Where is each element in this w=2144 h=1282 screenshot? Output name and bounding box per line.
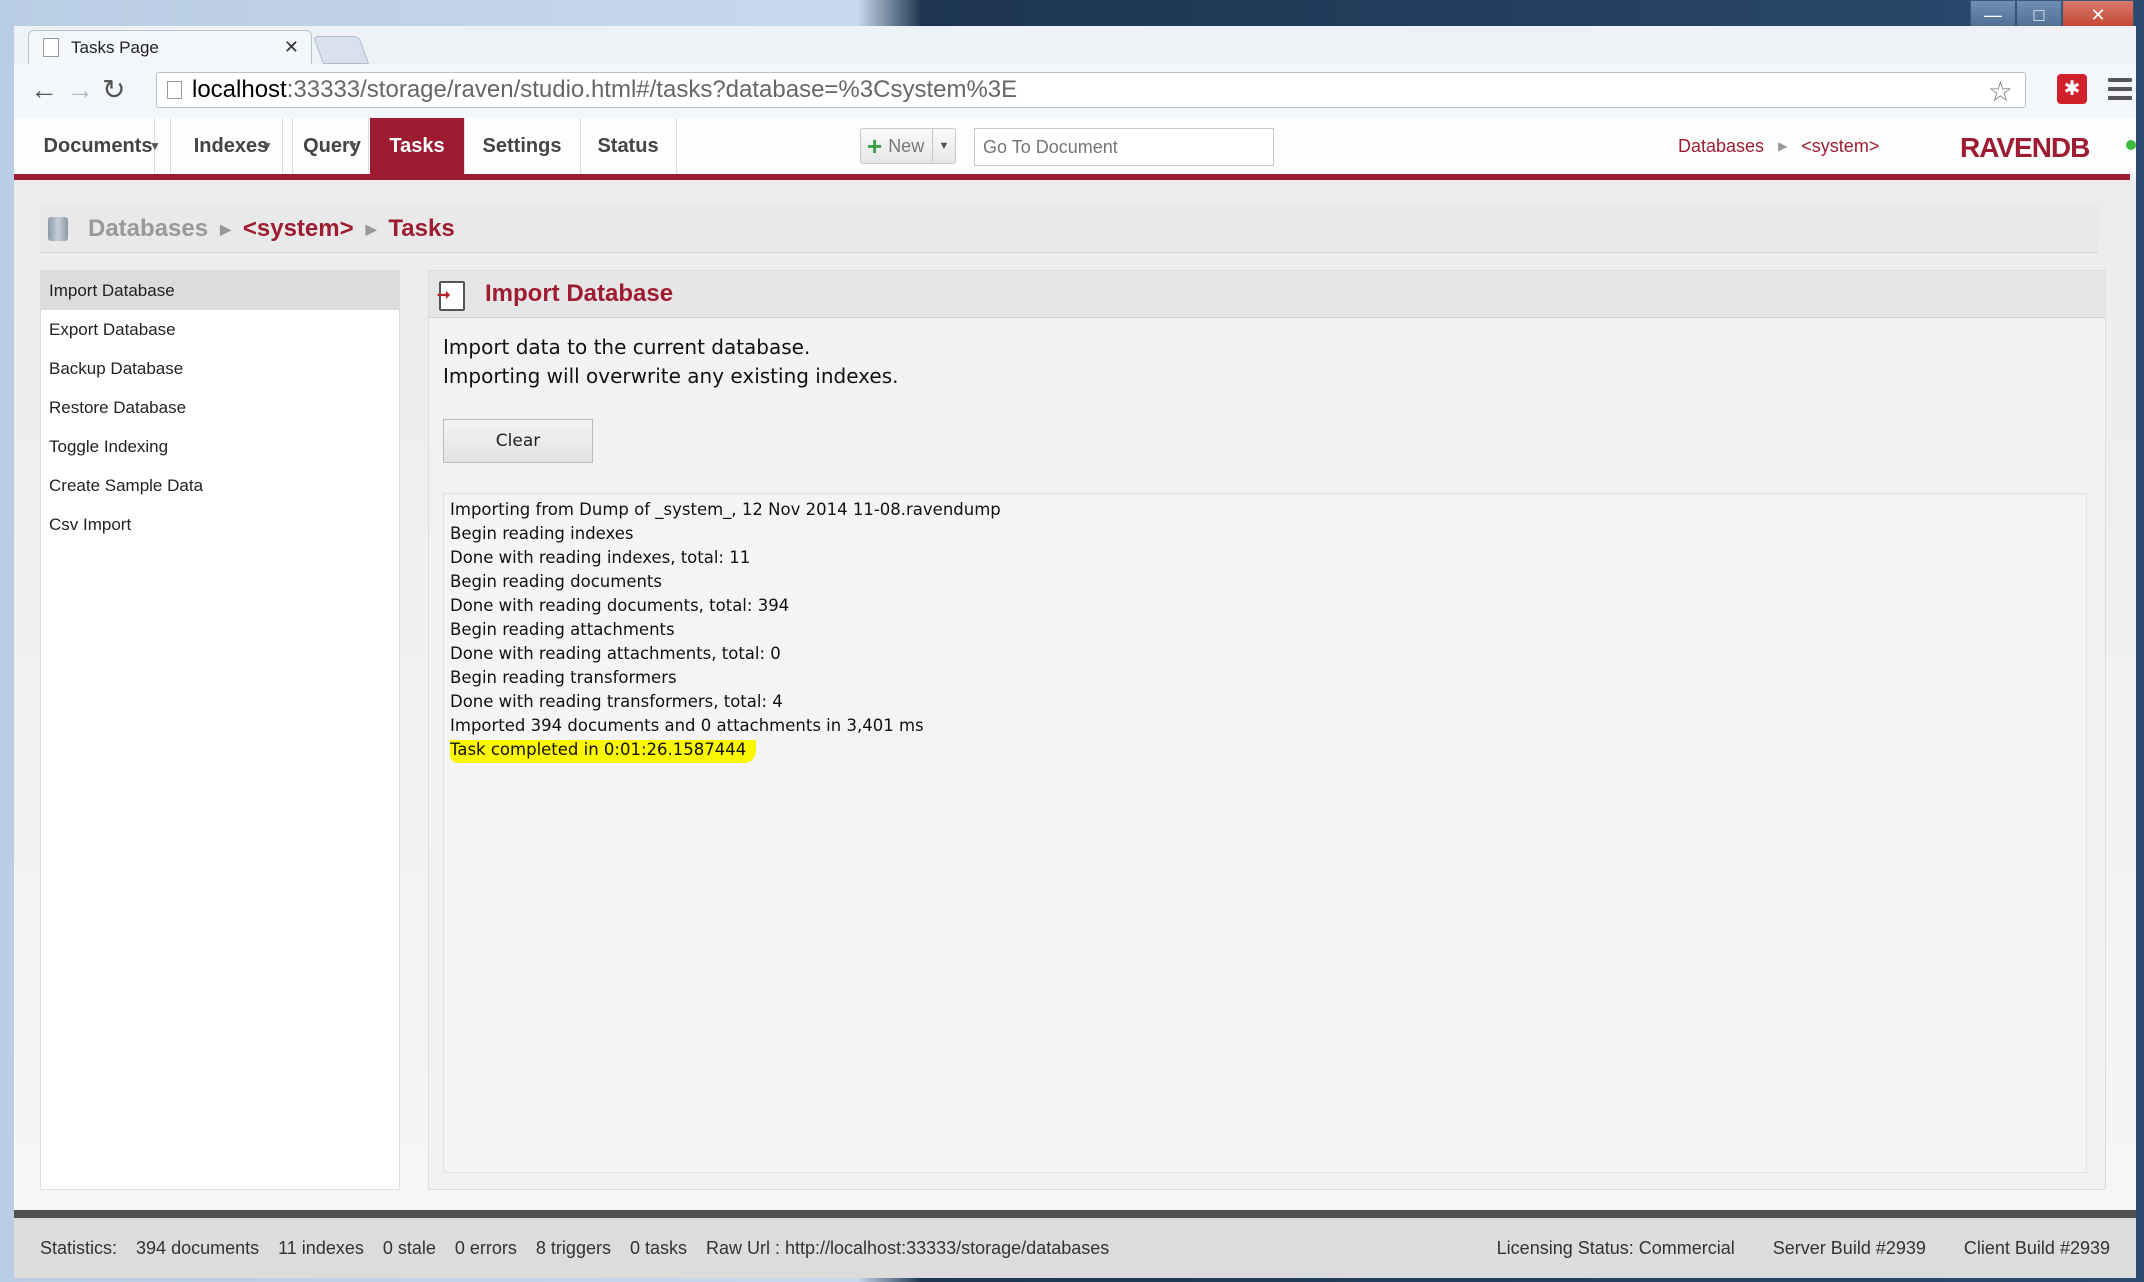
licensing-status[interactable]: Licensing Status: Commercial [1497,1238,1735,1259]
sidebar-item-restore-database[interactable]: Restore Database [41,388,399,427]
chevron-down-icon[interactable]: ▼ [140,118,171,174]
statistics-label: Statistics: [40,1238,118,1258]
top-crumb-system[interactable]: <system> [1801,136,1879,157]
reload-icon[interactable]: ↻ [102,76,125,104]
tab-strip: Tasks Page ✕ [28,26,928,64]
chevron-right-icon: ▶ [365,220,377,237]
log-line: Done with reading attachments, total: 0 [450,644,781,663]
page-body: Databases ▶ <system> ▶ Tasks Import Data… [14,180,2136,1210]
sidebar-item-import-database[interactable]: Import Database [41,271,399,310]
nav-tasks[interactable]: Tasks [370,118,465,174]
log-line: Done with reading transformers, total: 4 [450,692,783,711]
ravendb-logo: RAVENDB [1960,132,2090,163]
close-tab-icon[interactable]: ✕ [284,37,299,58]
url-text: localhost:33333/storage/raven/studio.htm… [192,76,1018,103]
import-clipboard-icon: ➞ [437,279,467,311]
import-log: Importing from Dump of _system_, 12 Nov … [443,493,2087,1173]
address-bar[interactable]: localhost:33333/storage/raven/studio.htm… [156,72,2026,108]
raw-url[interactable]: Raw Url : http://localhost:33333/storage… [706,1238,1109,1259]
breadcrumb-system[interactable]: <system> [243,215,354,243]
status-bar: Statistics: 394 documents 11 indexes 0 s… [14,1210,2136,1278]
log-line: Begin reading transformers [450,668,677,687]
nav-documents[interactable]: Documents [42,118,155,174]
nav-status[interactable]: Status [580,118,677,174]
top-breadcrumb: Databases ▶ <system> [1678,118,1879,174]
browser-tab[interactable]: Tasks Page ✕ [28,30,312,64]
log-line: Begin reading attachments [450,620,675,639]
extension-icon[interactable]: ✱ [2057,74,2087,104]
nav-settings[interactable]: Settings [464,118,581,174]
database-icon [48,217,68,241]
chevron-right-icon: ▶ [1778,139,1788,153]
chevron-down-icon[interactable]: ▼ [252,118,283,174]
log-line: Imported 394 documents and 0 attachments… [450,716,924,735]
sidebar-item-create-sample-data[interactable]: Create Sample Data [41,466,399,505]
stat-tasks[interactable]: 0 tasks [630,1238,687,1259]
sidebar-item-csv-import[interactable]: Csv Import [41,505,399,544]
log-line: Begin reading indexes [450,524,634,543]
task-completed-text: Task completed in 0:01:26.1587444 [450,740,757,763]
new-label: New [888,135,925,156]
build-info: Licensing Status: Commercial Server Buil… [1459,1238,2110,1259]
client-build: Client Build #2939 [1963,1238,2110,1258]
new-tab-button[interactable] [312,36,370,64]
description-line: Importing will overwrite any existing in… [443,364,899,388]
go-to-document-input[interactable] [974,128,1274,166]
breadcrumb: Databases ▶ <system> ▶ Tasks [40,206,2098,253]
menu-icon[interactable] [2108,78,2132,105]
log-line: Done with reading indexes, total: 11 [450,548,751,567]
tab-title: Tasks Page [71,37,159,57]
log-line: Importing from Dump of _system_, 12 Nov … [450,500,1001,519]
panel-title: Import Database [485,280,674,307]
chevron-right-icon: ▶ [220,220,231,237]
description-line: Import data to the current database. [443,335,811,359]
breadcrumb-tasks: Tasks [388,215,455,242]
sidebar-item-toggle-indexing[interactable]: Toggle Indexing [41,427,399,466]
chevron-down-icon[interactable]: ▼ [338,118,369,174]
bookmark-star-icon[interactable]: ☆ [1988,75,2013,108]
import-panel: ➞ Import Database Import data to the cur… [428,270,2106,1190]
server-build: Server Build #2939 [1772,1238,1926,1258]
stat-errors[interactable]: 0 errors [455,1238,517,1259]
back-icon[interactable]: ← [30,76,58,104]
stat-documents[interactable]: 394 documents [136,1238,259,1259]
browser-toolbar: ← → ↻ localhost:33333/storage/raven/stud… [14,64,2136,119]
sidebar-item-backup-database[interactable]: Backup Database [41,349,399,388]
sidebar-item-export-database[interactable]: Export Database [41,310,399,349]
forward-icon[interactable]: → [66,76,94,104]
page-icon [43,38,59,57]
plus-icon: + [867,131,883,161]
clear-button[interactable]: Clear [443,419,593,463]
stat-indexes[interactable]: 11 indexes [278,1238,364,1259]
log-line: Begin reading documents [450,572,662,591]
new-button[interactable]: + New ▼ [860,128,956,164]
log-line: Done with reading documents, total: 394 [450,596,790,615]
stat-triggers[interactable]: 8 triggers [536,1238,611,1259]
statistics: Statistics: 394 documents 11 indexes 0 s… [40,1238,1128,1259]
connection-status-icon [2126,140,2136,150]
tasks-sidebar: Import Database Export Database Backup D… [40,270,400,1190]
stat-stale[interactable]: 0 stale [383,1238,436,1259]
app-navbar: Documents ▼ Indexes ▼ Query ▼ Tasks Sett… [14,118,2136,176]
panel-description: Import data to the current database. Imp… [443,333,899,391]
page-icon [167,81,182,99]
chevron-down-icon[interactable]: ▼ [932,129,955,163]
log-line-highlighted: Task completed in 0:01:26.1587444 [450,738,2080,763]
panel-header: ➞ Import Database [429,271,2105,318]
breadcrumb-databases[interactable]: Databases [88,215,208,243]
top-crumb-databases[interactable]: Databases [1678,136,1764,157]
